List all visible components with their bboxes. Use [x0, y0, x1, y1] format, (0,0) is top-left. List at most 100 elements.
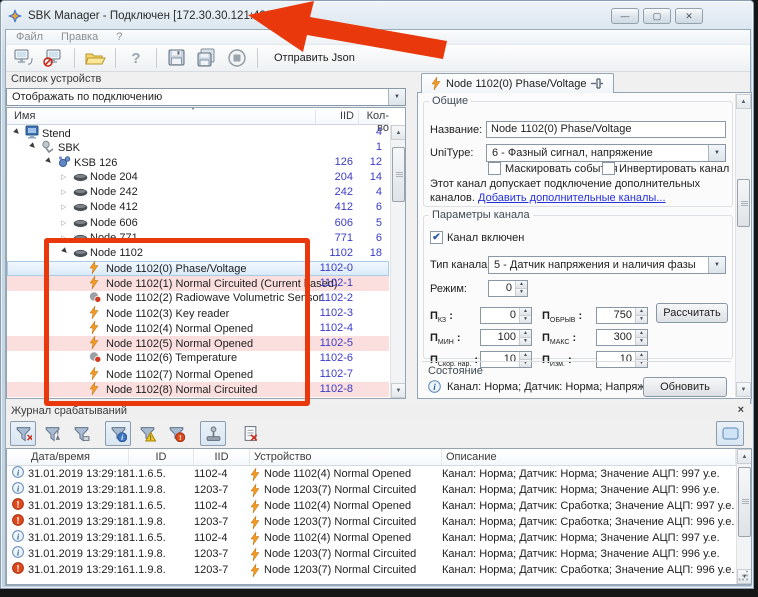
tree-row[interactable]: Node 1102(3) Key reader 1102-3: [7, 306, 389, 321]
close-button[interactable]: ✕: [675, 8, 703, 24]
log-column-datetime[interactable]: Дата/время: [7, 449, 129, 465]
filter-rise-icon[interactable]: [39, 421, 65, 446]
log-clear-icon[interactable]: ✕: [237, 421, 263, 446]
param-stepper[interactable]: 0▲▼: [480, 307, 532, 324]
help-icon[interactable]: ?: [124, 47, 148, 69]
filter-clear-icon[interactable]: ✕: [10, 421, 36, 446]
log-scrollbar-thumb[interactable]: [738, 467, 751, 537]
tree-row[interactable]: ▷Node 606 606 5: [7, 216, 389, 231]
log-column-id[interactable]: ID: [129, 449, 194, 465]
log-row[interactable]: ! 31.01.2019 13:29:16 1.1.9.8. 1203-7 No…: [7, 562, 736, 578]
channel-type-select[interactable]: 5 - Датчик напряжения и наличия фазы ▼: [488, 256, 726, 274]
properties-scrollbar[interactable]: ▲ ▼: [735, 94, 750, 397]
tree-row[interactable]: Node 1102(5) Normal Opened 1102-5: [7, 336, 389, 351]
tree-row[interactable]: ▶Node 1102 1102 18: [7, 246, 389, 261]
tree-scrollbar-thumb[interactable]: [392, 147, 405, 202]
mask-events-checkbox[interactable]: [488, 162, 501, 175]
tree-row[interactable]: ▶KSB 126 126 12: [7, 155, 389, 170]
log-row[interactable]: i 31.01.2019 13:29:18 1.1.6.5. 1102-4 No…: [7, 530, 736, 546]
resize-grip[interactable]: [738, 570, 749, 584]
tree-row[interactable]: ▶SBK 1: [7, 140, 389, 155]
tree-row[interactable]: Node 1102(0) Phase/Voltage 1102-0: [7, 261, 389, 276]
scroll-up-icon[interactable]: ▲: [391, 125, 406, 140]
title-bar[interactable]: SBK Manager - Подключен [172.30.30.121:4…: [7, 4, 747, 28]
minimize-button[interactable]: —: [611, 8, 639, 24]
expander-icon[interactable]: ▷: [61, 200, 73, 215]
menu-help[interactable]: ?: [116, 31, 122, 43]
log-iid: 1203-7: [194, 547, 250, 562]
open-folder-icon[interactable]: [83, 47, 107, 69]
properties-scrollbar-thumb[interactable]: [737, 179, 750, 227]
filter-fall-icon[interactable]: [68, 421, 94, 446]
param-stepper[interactable]: 300▲▼: [596, 329, 648, 346]
mode-stepper[interactable]: 0 ▲▼: [488, 280, 528, 297]
log-row[interactable]: i 31.01.2019 13:29:18 1.1.9.8. 1203-7 No…: [7, 482, 736, 498]
tree-row[interactable]: ▷Node 771 771 6: [7, 231, 389, 246]
unitype-select[interactable]: 6 - Фазный сигнал, напряжение ▼: [486, 144, 726, 162]
expander-icon[interactable]: ▷: [61, 216, 73, 231]
stop-icon[interactable]: [225, 47, 249, 69]
maximize-button[interactable]: ▢: [643, 8, 671, 24]
param-stepper[interactable]: 10▲▼: [596, 351, 648, 368]
column-count[interactable]: Кол-во: [358, 110, 389, 125]
log-column-iid[interactable]: IID: [194, 449, 250, 465]
log-description: Канал: Норма; Датчик: Норма; Значение АЦ…: [442, 483, 736, 498]
properties-tab[interactable]: Node 1102(0) Phase/Voltage: [421, 73, 614, 93]
scroll-down-icon[interactable]: ▼: [736, 382, 751, 397]
param-stepper[interactable]: 100▲▼: [480, 329, 532, 346]
log-column-device[interactable]: Устройство: [250, 449, 442, 465]
autoscroll-toggle[interactable]: [716, 421, 744, 446]
view-mode-select[interactable]: Отображать по подключению ▼: [6, 88, 406, 106]
expander-icon[interactable]: ▷: [61, 185, 73, 200]
log-close-icon[interactable]: ×: [738, 404, 744, 416]
connect-icon[interactable]: [12, 47, 36, 69]
filter-device-icon[interactable]: [200, 421, 226, 446]
calculate-button[interactable]: Рассчитать: [656, 303, 728, 323]
name-field[interactable]: Node 1102(0) Phase/Voltage: [486, 121, 726, 138]
save-icon[interactable]: [165, 47, 189, 69]
tree-row[interactable]: Node 1102(8) Normal Circuited 1102-8: [7, 382, 389, 397]
save-all-icon[interactable]: [195, 47, 219, 69]
filter-alarm-icon[interactable]: !: [163, 421, 189, 446]
log-scrollbar[interactable]: ▲ ▼: [736, 449, 751, 584]
send-json-button[interactable]: Отправить Json: [266, 50, 363, 66]
invert-channel-checkbox[interactable]: [602, 162, 615, 175]
refresh-button[interactable]: Обновить: [643, 377, 727, 397]
tree-row[interactable]: ▷Node 204 204 14: [7, 170, 389, 185]
node-count: 14: [356, 170, 382, 185]
tree-row[interactable]: Node 1102(6) Temperature 1102-6: [7, 351, 389, 366]
menu-file[interactable]: Файл: [16, 31, 43, 43]
filter-info-icon[interactable]: i: [105, 421, 131, 446]
tree-row[interactable]: ▷Node 412 412 6: [7, 200, 389, 215]
tree-row[interactable]: Node 1102(7) Normal Opened 1102-7: [7, 367, 389, 382]
log-row[interactable]: i 31.01.2019 13:29:18 1.1.9.8. 1203-7 No…: [7, 546, 736, 562]
tree-row[interactable]: Node 1102(1) Normal Circuited (Current b…: [7, 276, 389, 291]
chevron-down-icon[interactable]: ▼: [388, 89, 405, 105]
log-column-description[interactable]: Описание: [442, 449, 736, 465]
menu-edit[interactable]: Правка: [61, 31, 98, 43]
expander-icon[interactable]: ▷: [61, 170, 73, 185]
disconnect-icon[interactable]: [42, 47, 66, 69]
filter-warning-icon[interactable]: !: [134, 421, 160, 446]
scroll-down-icon[interactable]: ▼: [391, 383, 406, 398]
tree-row[interactable]: ▶Stend 4: [7, 125, 389, 140]
scroll-up-icon[interactable]: ▲: [737, 449, 752, 464]
scroll-up-icon[interactable]: ▲: [736, 94, 751, 109]
channel-enabled-checkbox[interactable]: ✔: [430, 231, 443, 244]
chevron-down-icon[interactable]: ▼: [708, 257, 725, 273]
param-stepper[interactable]: 10▲▼: [480, 351, 532, 368]
channel-enabled-label: Канал включен: [447, 232, 524, 244]
chevron-down-icon[interactable]: ▼: [708, 145, 725, 161]
tree-row[interactable]: Node 1102(2) Radiowave Volumetric Sensor…: [7, 291, 389, 306]
column-iid[interactable]: IID: [315, 110, 355, 125]
tree-row[interactable]: ▷Node 242 242 4: [7, 185, 389, 200]
add-channels-link[interactable]: Добавить дополнительные каналы...: [478, 192, 666, 204]
log-row[interactable]: i 31.01.2019 13:29:18 1.1.6.5. 1102-4 No…: [7, 466, 736, 482]
pin-icon[interactable]: [591, 78, 604, 89]
column-name[interactable]: Имя: [14, 110, 35, 122]
log-row[interactable]: ! 31.01.2019 13:29:18 1.1.6.5. 1102-4 No…: [7, 498, 736, 514]
tree-scrollbar[interactable]: ▲ ▼: [390, 125, 405, 398]
param-stepper[interactable]: 750▲▼: [596, 307, 648, 324]
log-row[interactable]: ! 31.01.2019 13:29:18 1.1.9.8. 1203-7 No…: [7, 514, 736, 530]
tree-row[interactable]: Node 1102(4) Normal Opened 1102-4: [7, 321, 389, 336]
